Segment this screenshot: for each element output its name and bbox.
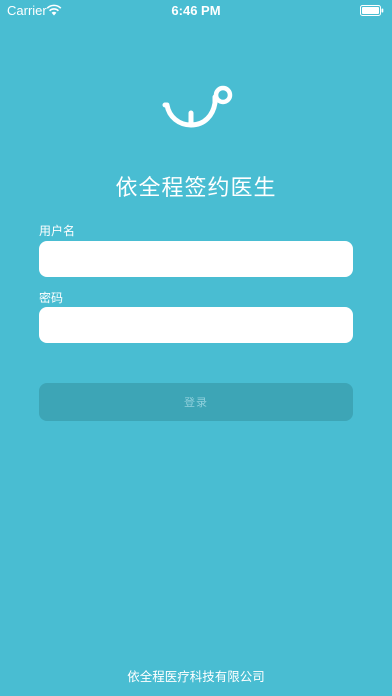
battery-icon xyxy=(360,5,384,16)
app-title: 依全程签约医生 xyxy=(115,176,277,201)
stethoscope-logo-icon xyxy=(162,85,233,128)
status-time: 6:46 PM xyxy=(171,3,221,18)
company-footer: 依全程医疗科技有限公司 xyxy=(127,669,265,684)
username-input[interactable] xyxy=(39,241,353,277)
login-button[interactable]: 登录 xyxy=(39,383,353,421)
password-label: 密码 xyxy=(39,291,64,305)
status-bar: Carrier 6:46 PM xyxy=(0,0,392,22)
username-label: 用户名 xyxy=(39,224,76,238)
password-input[interactable] xyxy=(39,307,353,343)
